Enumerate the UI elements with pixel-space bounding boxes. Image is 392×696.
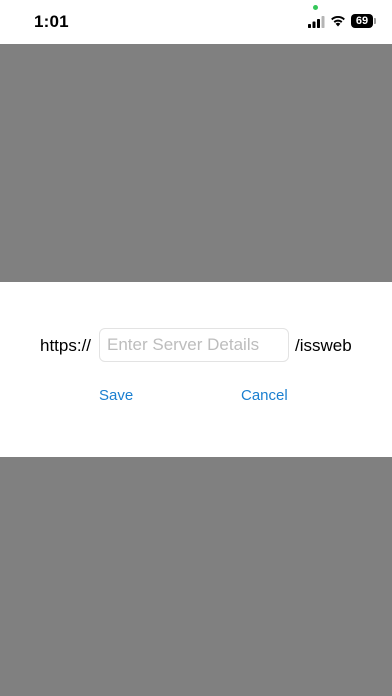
battery-level: 69 xyxy=(351,14,373,28)
status-time: 1:01 xyxy=(34,12,69,31)
save-button[interactable]: Save xyxy=(95,385,137,406)
cancel-button[interactable]: Cancel xyxy=(237,385,292,406)
wifi-icon xyxy=(331,15,345,27)
server-details-input[interactable] xyxy=(99,328,289,362)
battery-cap xyxy=(374,18,376,24)
cellular-signal-icon xyxy=(308,16,325,28)
camera-indicator-icon xyxy=(313,5,318,10)
server-details-dialog: https:// /issweb Save Cancel xyxy=(0,282,392,457)
url-prefix-label: https:// xyxy=(40,336,92,355)
modal-backdrop-bottom[interactable] xyxy=(0,457,392,696)
battery-icon: 69 xyxy=(351,14,376,28)
status-bar: 1:01 69 xyxy=(0,0,392,44)
url-suffix-label: /issweb xyxy=(295,336,352,355)
modal-backdrop-top[interactable] xyxy=(0,44,392,282)
